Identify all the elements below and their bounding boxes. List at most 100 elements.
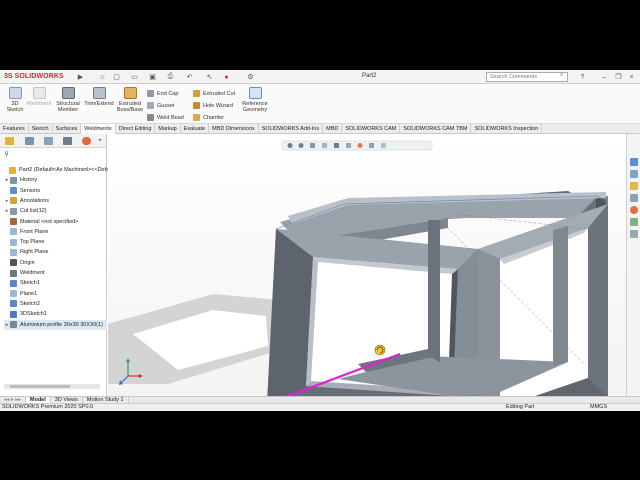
tree-item-plane[interactable]: Top Plane [4,237,44,247]
hole-wizard-button[interactable]: Hole Wizard [193,102,233,109]
tree-item-plane[interactable]: Right Plane [4,247,48,257]
product-version: SOLIDWORKS Premium 2020 SP0.0 [2,404,94,410]
chamfer-button[interactable]: Chamfer [193,114,224,121]
cube-frame-model[interactable] [108,134,626,396]
trim-extend-label: Trim/Extend [84,101,114,107]
tree-item-history[interactable]: ▸ History [4,175,37,185]
restore-icon[interactable]: ❐ [614,73,623,81]
solidworks-logo[interactable]: 3S SOLIDWORKS [4,73,64,80]
print-icon[interactable]: ⎙ [166,73,175,81]
hole-wizard-label: Hole Wizard [203,102,233,109]
extruded-cut-button[interactable]: Extruded Cut [193,90,235,97]
tree-item-origin[interactable]: Origin [4,258,35,268]
trim-extend-button[interactable]: Trim/Extend [83,87,115,107]
sensor-icon [10,187,17,195]
tab-direct-editing[interactable]: Direct Editing [116,124,156,134]
close-icon[interactable]: × [627,73,636,81]
menu-arrow-icon[interactable]: ▶ [76,73,85,81]
tree-item-sketch3d[interactable]: 3DSketch1 [4,309,47,319]
tree-item-label: Right Plane [20,249,49,256]
weld-bead-icon [147,114,154,121]
tree-item-cutlist[interactable]: ▸ Cut list(12) [4,206,47,216]
tree-item-sensor[interactable]: Sensors [4,186,40,196]
home-icon[interactable]: ⌂ [98,73,107,81]
hole-wizard-icon [193,102,200,109]
tree-item-annotation[interactable]: ▸ Annotations [4,196,49,206]
tree-item-sketch[interactable]: Sketch1 [4,278,40,288]
extruded-cut-label: Extruded Cut [203,90,236,97]
tab-surfaces[interactable]: Surfaces [53,124,82,134]
file-explorer-icon[interactable] [630,182,638,190]
gusset-button[interactable]: Gusset [147,102,174,109]
tree-item-plane[interactable]: Plane1 [4,289,37,299]
tab-mbd[interactable]: MBD [323,124,343,134]
weldment-button[interactable]: Weldment [24,87,54,107]
document-title: Part2 [362,73,377,79]
filter-icon[interactable]: ⊽ [4,150,9,158]
dimxpert-tab-icon[interactable] [63,137,72,145]
options-gear-icon[interactable]: ⚙ [246,73,255,81]
tree-item-label: History [20,177,38,184]
appearances-icon[interactable] [630,206,638,214]
configuration-manager-tab-icon[interactable] [44,137,53,145]
view-palette-icon[interactable] [630,194,638,202]
tree-item-label: Cut list(12) [20,208,47,215]
reference-geometry-button[interactable]: Reference Geometry [239,87,271,113]
tree-item-weldment[interactable]: Weldment [4,268,45,278]
search-icon[interactable]: ⌕ [560,72,563,79]
tab-weldments[interactable]: Weldments [81,124,116,134]
feature-tree-tab-icon[interactable] [5,137,14,145]
scene-icon [369,143,374,148]
new-document-icon[interactable]: ▢ [112,73,121,81]
view-settings-icon [381,143,386,148]
scrollbar-thumb[interactable] [10,385,70,388]
feature-manager-tabs: ▸ [0,134,106,148]
extruded-boss-button[interactable]: Extruded Boss/Base [115,87,145,113]
open-folder-icon[interactable]: ▭ [130,73,139,81]
solidworks-resources-icon[interactable] [630,158,638,166]
property-manager-tab-icon[interactable] [25,137,34,145]
rebuild-icon[interactable]: ● [222,73,231,81]
save-icon[interactable]: ▣ [148,73,157,81]
tab-evaluate[interactable]: Evaluate [181,124,210,134]
feature-tree-scrollbar[interactable] [4,384,100,389]
forum-icon[interactable] [630,230,638,238]
tab-solidworks-inspection[interactable]: SOLIDWORKS Inspection [471,124,543,134]
tab-solidworks-add-ins[interactable]: SOLIDWORKS Add-Ins [259,124,324,134]
tab-solidworks-cam-tbm[interactable]: SOLIDWORKS CAM TBM [400,124,472,134]
structural-member-button[interactable]: Structural Member [53,87,83,113]
tab-markup[interactable]: Markup [155,124,181,134]
title-bar: 3S SOLIDWORKS ▶ ⌂ ▢ ▭ ▣ ⎙ ↶ ↖ ● ⚙ Part2 … [0,70,640,84]
tree-item-part[interactable]: Part2 (Default<As Machined><<Defa [3,165,109,175]
tree-item-material[interactable]: Material <not specified> [4,217,78,227]
unit-system[interactable]: MMGS [590,404,607,410]
tab-mbd-dimensions[interactable]: MBD Dimensions [209,124,259,134]
tree-item-sketch[interactable]: Sketch2 [4,299,40,309]
tab-solidworks-cam[interactable]: SOLIDWORKS CAM [342,124,401,134]
tree-item-structural[interactable]: ▸ Aluminium profile 30x30 30X30(1) [4,319,107,330]
help-icon[interactable]: ? [578,73,587,81]
weldment-disabled-icon [32,87,46,99]
structural-member-icon [61,87,75,99]
tab-sketch[interactable]: Sketch [29,124,53,134]
model-view-tabs: ◂◂ ▸ ▸▸ Model 3D Views Motion Study 1 [0,396,640,403]
weldment-icon [10,269,17,277]
tab-features[interactable]: Features [0,124,29,134]
rotate-cursor-icon [374,344,386,356]
search-commands-input[interactable]: Search Commands [486,72,568,82]
end-cap-button[interactable]: End Cap [147,90,178,97]
minimize-icon[interactable]: – [600,73,609,81]
more-tabs-icon[interactable]: ▸ [96,137,105,145]
heads-up-view-toolbar[interactable] [281,140,433,151]
undo-icon[interactable]: ↶ [185,73,194,81]
tree-item-label: Annotations [20,197,50,204]
plane-icon [10,248,17,256]
custom-properties-icon[interactable] [630,218,638,226]
sketch3d-icon [10,310,17,318]
display-manager-tab-icon[interactable] [82,137,91,145]
design-library-icon[interactable] [630,170,638,178]
select-arrow-icon[interactable]: ↖ [205,73,214,81]
tree-item-plane[interactable]: Front Plane [4,227,48,237]
graphics-area[interactable] [108,134,626,396]
weld-bead-button[interactable]: Weld Bead [147,114,184,121]
